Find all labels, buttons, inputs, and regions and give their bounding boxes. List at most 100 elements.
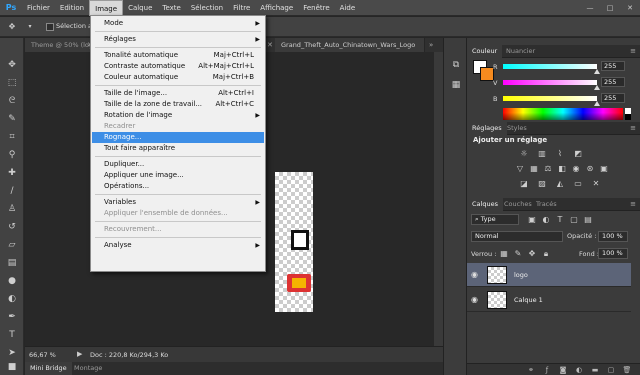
menu-item-taille-de-la-zone-de-travail[interactable]: Taille de la zone de travail... Alt+Ctrl+… [92,99,264,110]
tab-montage[interactable]: Montage [69,362,107,375]
menu-filtre[interactable]: Filtre [228,0,255,16]
curves-icon[interactable]: ⌇ [553,148,567,160]
tab-traces[interactable]: Tracés [531,198,562,211]
menu-texte[interactable]: Texte [157,0,185,16]
filter-type-icon[interactable]: T [553,214,567,226]
clone-stamp-tool-icon[interactable]: ♙ [5,202,19,216]
channel-b-slider[interactable] [503,96,600,106]
color-spectrum-bar[interactable] [503,108,623,120]
lock-pixels-icon[interactable]: ✎ [511,248,525,260]
tab-couleur[interactable]: Couleur [467,45,503,58]
maximize-button[interactable]: □ [600,0,620,16]
dodge-tool-icon[interactable]: ◐ [5,292,19,306]
levels-icon[interactable]: ▥ [535,148,549,160]
history-panel-icon[interactable]: ⧉ [449,58,463,72]
menu-affichage[interactable]: Affichage [255,0,298,16]
gradient-tool-icon[interactable]: ▤ [5,256,19,270]
menu-fichier[interactable]: Fichier [22,0,55,16]
auto-select-checkbox[interactable] [46,23,54,31]
properties-panel-icon[interactable]: ▦ [449,78,463,92]
spectrum-black-swatch[interactable] [625,114,631,120]
posterize-icon[interactable]: ▨ [535,178,549,190]
menu-item-couleur-automatique[interactable]: Couleur automatique Maj+Ctrl+B [92,72,264,83]
eye-icon[interactable]: ◉ [471,270,478,279]
blur-tool-icon[interactable]: ● [5,274,19,288]
menu-edition[interactable]: Edition [55,0,89,16]
vertical-scrollbar[interactable] [434,52,443,346]
marquee-tool-icon[interactable]: ⬚ [5,76,19,90]
menu-item-op-rations[interactable]: Opérations... [92,181,264,192]
tab-nuancier[interactable]: Nuancier [501,45,540,58]
path-selection-tool-icon[interactable]: ➤ [5,346,19,360]
background-color-swatch[interactable] [480,67,494,81]
photo-filter-icon[interactable]: ◉ [569,163,583,175]
blend-mode-dropdown[interactable]: Normal [471,231,563,242]
tab-calques[interactable]: Calques [467,198,503,211]
menu-item-dupliquer[interactable]: Dupliquer... [92,159,264,170]
exposure-icon[interactable]: ◩ [571,148,585,160]
tab-styles[interactable]: Styles [502,122,532,135]
opacity-input[interactable]: 100 % [598,231,628,242]
color-lookup-icon[interactable]: ▣ [597,163,611,175]
vibrance-icon[interactable]: ▽ [513,163,527,175]
layer-row[interactable]: ◉ logo [467,263,631,287]
menu-item-rotation-de-l-image[interactable]: Rotation de l'image ▶ [92,110,264,121]
brightness-icon[interactable]: ☼ [517,148,531,160]
new-group-icon[interactable]: ▬ [589,365,601,375]
invert-icon[interactable]: ◪ [517,178,531,190]
menu-item-rognage[interactable]: Rognage... [92,132,264,143]
filter-shape-icon[interactable]: ▢ [567,214,581,226]
crop-tool-icon[interactable]: ⌗ [5,130,19,144]
channel-r-slider[interactable] [503,64,600,74]
brush-tool-icon[interactable]: ∕ [5,184,19,198]
type-tool-icon[interactable]: T [5,328,19,342]
layer-style-icon[interactable]: ƒ [541,365,553,375]
channel-r-value[interactable]: 255 [601,61,625,71]
fill-input[interactable]: 100 % [598,248,628,259]
menu-item-variables[interactable]: Variables ▶ [92,197,264,208]
tab-reglages[interactable]: Réglages [467,122,507,135]
menu-item-analyse[interactable]: Analyse ▶ [92,240,264,251]
hue-saturation-icon[interactable]: ▦ [527,163,541,175]
link-layers-icon[interactable]: ⚭ [525,365,537,375]
add-mask-icon[interactable]: ◙ [557,365,569,375]
menu-item-contraste-automatique[interactable]: Contraste automatique Alt+Maj+Ctrl+L [92,61,264,72]
slider-thumb[interactable] [594,101,600,106]
quick-select-tool-icon[interactable]: ✎ [5,112,19,126]
close-button[interactable]: ✕ [620,0,640,16]
filter-smart-object-icon[interactable]: ▤ [581,214,595,226]
slider-thumb[interactable] [594,85,600,90]
history-brush-tool-icon[interactable]: ↺ [5,220,19,234]
channel-v-value[interactable]: 255 [601,77,625,87]
filter-pixel-icon[interactable]: ▣ [525,214,539,226]
eyedropper-tool-icon[interactable]: ⚲ [5,148,19,162]
selective-color-icon[interactable]: ✕ [589,178,603,190]
layer-name[interactable]: logo [514,271,528,279]
move-tool-icon[interactable]: ✥ [5,58,19,72]
tab-mini-bridge[interactable]: Mini Bridge [25,362,72,375]
pen-tool-icon[interactable]: ✒ [5,310,19,324]
healing-brush-tool-icon[interactable]: ✚ [5,166,19,180]
menu-item-taille-de-l-image[interactable]: Taille de l'image... Alt+Ctrl+I [92,88,264,99]
menu-item-mode[interactable]: Mode ▶ [92,18,264,29]
close-icon[interactable]: ✕ [267,38,273,52]
new-layer-icon[interactable]: ▢ [605,365,617,375]
move-tool-icon[interactable]: ✥ [6,21,18,33]
minimize-button[interactable]: — [580,0,600,16]
lock-position-icon[interactable]: ✥ [525,248,539,260]
channel-mixer-icon[interactable]: ⊛ [583,163,597,175]
eraser-tool-icon[interactable]: ▱ [5,238,19,252]
tool-preset-dropdown-icon[interactable]: ▾ [24,21,36,33]
channel-b-value[interactable]: 255 [601,93,625,103]
panel-menu-icon[interactable]: ≡ [630,124,636,132]
panel-menu-icon[interactable]: ≡ [630,200,636,208]
slider-thumb[interactable] [594,69,600,74]
threshold-icon[interactable]: ◭ [553,178,567,190]
lock-all-icon[interactable]: 🔒︎ [539,248,553,260]
new-adjustment-icon[interactable]: ◐ [573,365,585,375]
gradient-map-icon[interactable]: ▭ [571,178,585,190]
lock-transparency-icon[interactable]: ▦ [497,248,511,260]
color-balance-icon[interactable]: ⚖ [541,163,555,175]
delete-layer-icon[interactable]: 🗑︎ [621,365,633,375]
menu-item-tout-faire-appara-tre[interactable]: Tout faire apparaître [92,143,264,154]
